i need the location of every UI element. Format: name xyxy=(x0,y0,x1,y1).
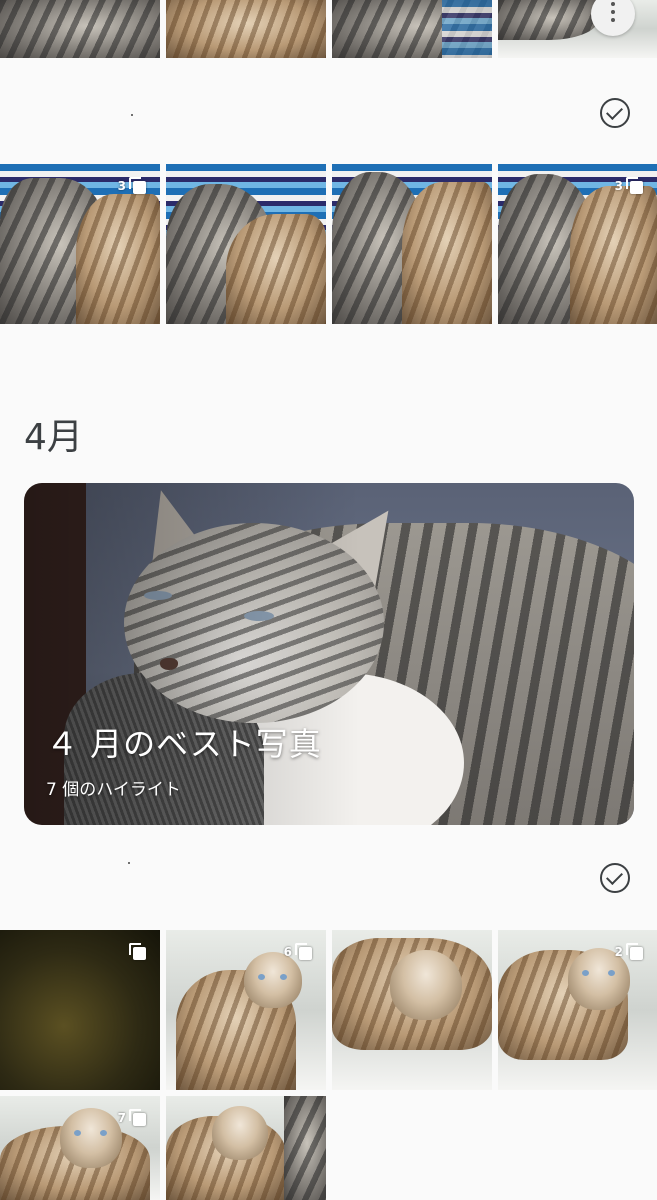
date-label-placeholder xyxy=(128,862,130,864)
multi-photo-badge: 3 xyxy=(615,176,645,196)
multi-photo-badge: 7 xyxy=(118,1108,148,1128)
photo-thumbnail[interactable] xyxy=(332,164,492,324)
more-vert-icon-dot xyxy=(611,18,615,22)
date-label-placeholder xyxy=(131,114,133,116)
cat-face xyxy=(60,1108,122,1168)
photo-stack-icon xyxy=(294,942,314,962)
cat-photo xyxy=(166,0,326,58)
highlight-title: ４ 月のベスト写真 xyxy=(46,725,322,763)
multi-count: 2 xyxy=(614,945,623,959)
cat-eye xyxy=(258,974,265,980)
photo-thumbnail[interactable] xyxy=(166,1096,326,1200)
cat-eye xyxy=(582,970,589,976)
cat-eye xyxy=(74,1130,81,1136)
cat-photo xyxy=(0,0,160,58)
cat-photo xyxy=(226,214,326,324)
cat-eye xyxy=(280,974,287,980)
photo-thumbnail[interactable]: 3 xyxy=(0,164,160,324)
photo-thumbnail[interactable]: 2 xyxy=(498,930,657,1090)
multi-count: 3 xyxy=(117,179,126,193)
multi-photo-badge: 3 xyxy=(118,176,148,196)
photo-stack-icon xyxy=(128,942,148,962)
photo-thumbnail[interactable]: 6 xyxy=(166,930,326,1090)
photo-thumbnail[interactable] xyxy=(332,930,492,1090)
photo-thumbnail[interactable]: 3 xyxy=(498,164,657,324)
cat-face xyxy=(390,950,462,1020)
cat-eye xyxy=(608,970,615,976)
cat-eye xyxy=(100,1130,107,1136)
cat-face xyxy=(212,1106,268,1160)
multi-count: 3 xyxy=(614,179,623,193)
blanket xyxy=(442,0,492,58)
photo-thumbnail[interactable] xyxy=(0,930,160,1090)
photo-thumbnail[interactable] xyxy=(166,164,326,324)
cat-photo xyxy=(76,194,160,324)
photo-thumbnail[interactable] xyxy=(166,0,326,58)
best-photos-highlight-card[interactable]: ４ 月のベスト写真 7 個のハイライト xyxy=(24,483,634,825)
photo-stack-icon xyxy=(625,942,645,962)
photo-thumbnail[interactable] xyxy=(0,0,160,58)
select-day-check-icon[interactable] xyxy=(600,863,630,893)
photo-stack-icon xyxy=(128,176,148,196)
more-vert-icon xyxy=(611,2,615,6)
photo-stack-icon xyxy=(128,1108,148,1128)
cat-body xyxy=(498,0,598,40)
cat-photo xyxy=(402,182,492,324)
multi-photo-badge xyxy=(126,942,148,962)
card-shade xyxy=(24,483,634,825)
photo-stack-icon xyxy=(625,176,645,196)
month-heading: 4月 xyxy=(24,417,83,458)
photo-thumbnail[interactable] xyxy=(332,0,492,58)
select-day-check-icon[interactable] xyxy=(600,98,630,128)
multi-photo-badge: 6 xyxy=(284,942,314,962)
photo-thumbnail[interactable]: 7 xyxy=(0,1096,160,1200)
multi-count: 7 xyxy=(117,1111,126,1125)
more-vert-icon-dot xyxy=(611,10,615,14)
cat-photo xyxy=(284,1096,326,1200)
highlight-subtitle: 7 個のハイライト xyxy=(46,780,181,800)
multi-photo-badge: 2 xyxy=(615,942,645,962)
multi-count: 6 xyxy=(283,945,292,959)
cat-photo xyxy=(570,186,657,324)
